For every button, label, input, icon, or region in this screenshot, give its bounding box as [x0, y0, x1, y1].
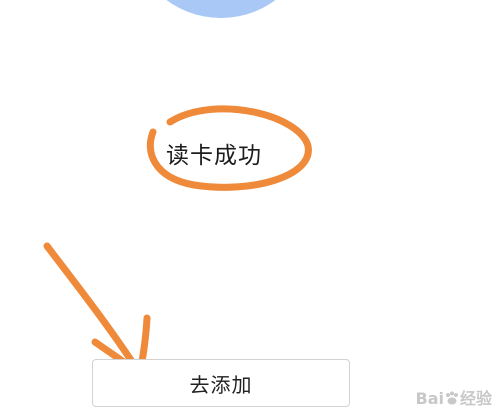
status-area: 读卡成功: [0, 120, 500, 190]
baidu-jingyan-watermark: Bai 经验: [416, 385, 493, 409]
card-read-result-screen: 读卡成功 去添加 Bai 经验: [0, 0, 500, 417]
hand-drawn-arrow-annotation: [43, 242, 144, 378]
watermark-brand-left: Bai: [415, 389, 444, 408]
top-card-graphic: [133, 0, 309, 18]
go-add-button[interactable]: 去添加: [92, 359, 350, 407]
watermark-brand-right: 经验: [459, 389, 492, 408]
read-card-success-text: 读卡成功: [166, 143, 262, 169]
paw-icon: [444, 390, 460, 406]
annotation-overlay: [43, 105, 312, 378]
